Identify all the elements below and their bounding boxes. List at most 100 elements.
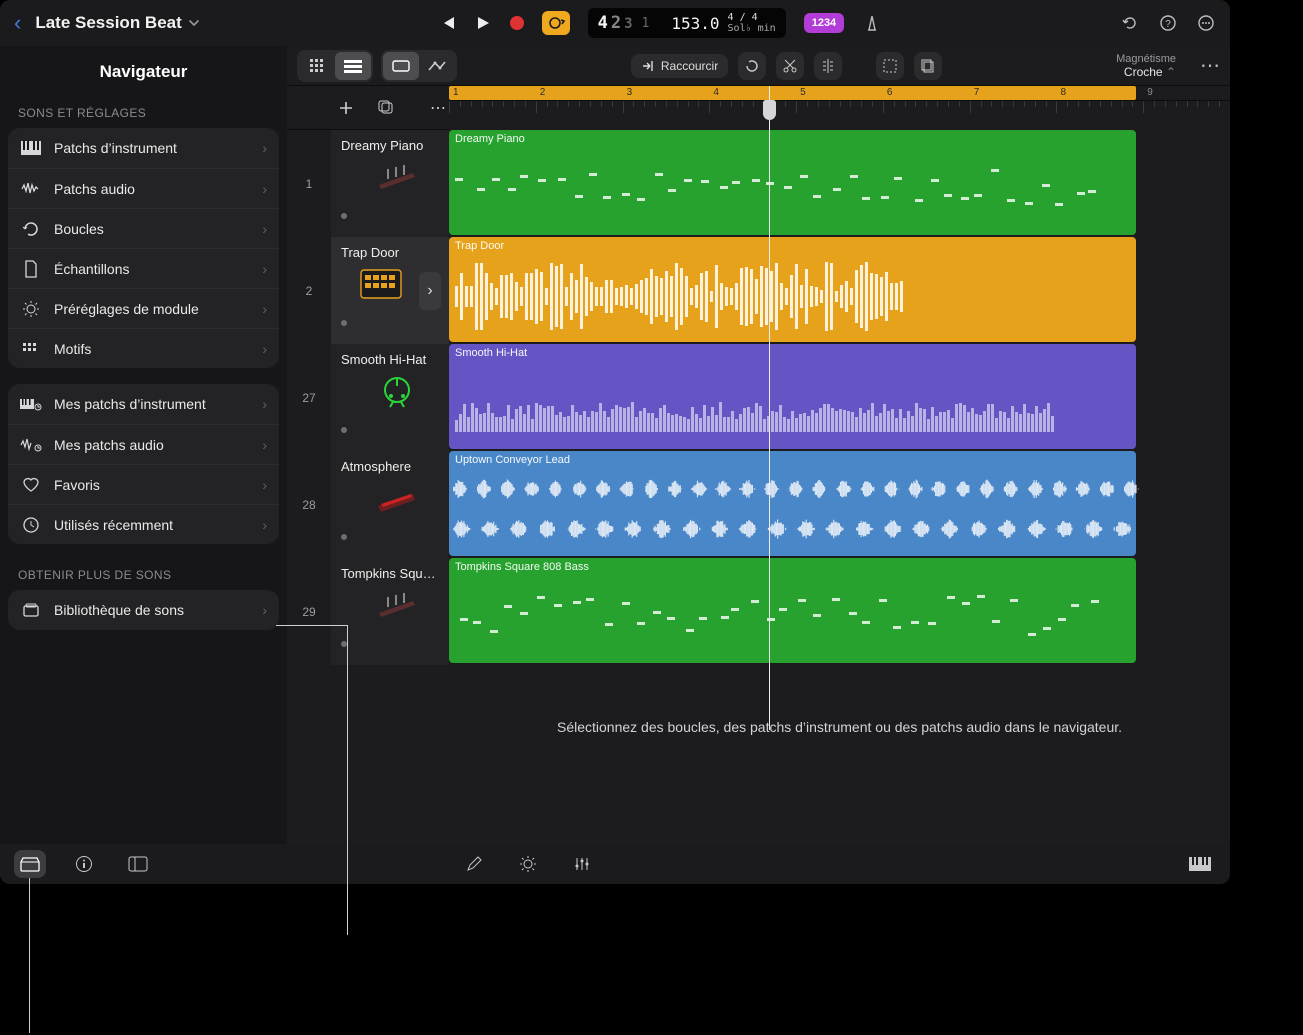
transport-controls: 423 1 153.0 4 / 4 Sol♭ min 1234	[438, 8, 883, 38]
sidebar-item[interactable]: Mes patchs audio ›	[8, 424, 279, 464]
track-name: Tompkins Squ…	[341, 566, 439, 581]
sidebar-item[interactable]: Préréglages de module ›	[8, 288, 279, 328]
track-header[interactable]: 1 Dreamy Piano ›	[287, 130, 449, 237]
metronome-icon[interactable]	[862, 13, 882, 33]
track-header[interactable]: 28 Atmosphere ›	[287, 451, 449, 558]
sidebar-item[interactable]: Mes patchs d’instrument ›	[8, 384, 279, 424]
editor-mixer-button[interactable]	[566, 850, 598, 878]
marquee-tool-button[interactable]	[876, 52, 904, 80]
automation-view-button[interactable]	[419, 52, 455, 80]
track-header-more-icon[interactable]: ⋯	[427, 97, 449, 119]
track-thumb-icon	[375, 481, 419, 515]
region-clip[interactable]: Trap Door	[449, 237, 1136, 342]
top-bar: ‹ Late Session Beat 423 1 153	[0, 0, 1230, 46]
track-lane[interactable]: Uptown Conveyor Lead	[449, 451, 1230, 558]
chevron-right-icon: ›	[262, 261, 267, 277]
clip-name: Dreamy Piano	[455, 133, 1130, 145]
browser-toggle-button[interactable]	[14, 850, 46, 878]
track-name: Trap Door	[341, 245, 439, 260]
lcd-position: 423	[598, 13, 634, 33]
track-lane[interactable]: Tompkins Square 808 Bass	[449, 558, 1230, 665]
track-number: 28	[287, 451, 331, 558]
sidebar-item-label: Boucles	[54, 221, 250, 237]
editor-pencil-button[interactable]	[458, 850, 490, 878]
chevron-right-icon: ›	[262, 140, 267, 156]
sidebar-item[interactable]: Échantillons ›	[8, 248, 279, 288]
more-icon[interactable]	[1196, 13, 1216, 33]
play-button[interactable]	[474, 14, 492, 32]
sidebar-item-icon	[20, 477, 42, 493]
track-status-dot	[341, 213, 347, 219]
keyboard-button[interactable]	[1184, 850, 1216, 878]
rewind-button[interactable]	[438, 14, 456, 32]
chevron-right-icon: ›	[262, 301, 267, 317]
back-button[interactable]: ‹	[14, 10, 21, 36]
chevron-right-icon: ›	[262, 517, 267, 533]
add-track-button[interactable]	[335, 97, 357, 119]
playhead-handle[interactable]	[763, 100, 776, 120]
sidebar-item[interactable]: Favoris ›	[8, 464, 279, 504]
sidebar-item[interactable]: Bibliothèque de sons ›	[8, 590, 279, 630]
view-mixer-button[interactable]	[299, 52, 335, 80]
track-lanes: 123456789 Dreamy Piano Trap Door Smooth …	[449, 86, 1230, 844]
editor-plugin-button[interactable]	[512, 850, 544, 878]
lcd-display[interactable]: 423 1 153.0 4 / 4 Sol♭ min	[588, 8, 786, 38]
sidebar-item-label: Patchs audio	[54, 181, 250, 197]
sidebar-item-label: Favoris	[54, 477, 250, 493]
snap-menu[interactable]: Magnétisme Croche ⌃	[1116, 53, 1182, 79]
chevron-right-icon: ›	[262, 181, 267, 197]
playhead[interactable]	[769, 86, 770, 730]
region-view-button[interactable]	[383, 52, 419, 80]
record-button[interactable]	[510, 16, 524, 30]
undo-icon[interactable]	[1120, 13, 1140, 33]
cycle-button[interactable]	[542, 11, 570, 35]
sidebar-item-label: Mes patchs audio	[54, 437, 250, 453]
sidebar-item-icon	[20, 260, 42, 278]
scissors-tool-button[interactable]	[776, 52, 804, 80]
chevron-right-icon: ›	[262, 477, 267, 493]
lcd-tempo: 153.0	[671, 14, 719, 33]
sidebar-item-icon	[20, 220, 42, 238]
track-number: 29	[287, 558, 331, 665]
track-header[interactable]: 2 Trap Door ›	[287, 237, 449, 344]
inspector-toggle-button[interactable]	[68, 850, 100, 878]
duplicate-track-button[interactable]	[375, 97, 397, 119]
region-clip[interactable]: Uptown Conveyor Lead	[449, 451, 1136, 556]
track-number: 27	[287, 344, 331, 451]
snap-title: Magnétisme	[1116, 53, 1176, 65]
sidebar-item[interactable]: Patchs d’instrument ›	[8, 128, 279, 168]
sidebar-title: Navigateur	[0, 46, 287, 98]
track-enter-button[interactable]: ›	[419, 272, 441, 310]
sidebar-item[interactable]: Patchs audio ›	[8, 168, 279, 208]
region-clip[interactable]: Smooth Hi-Hat	[449, 344, 1136, 449]
track-area: Raccourcir Magnétisme Croche ⌃ ⋯	[287, 46, 1230, 844]
region-clip[interactable]: Tompkins Square 808 Bass	[449, 558, 1136, 663]
count-in-button[interactable]: 1234	[804, 13, 844, 33]
sidebar-item-label: Patchs d’instrument	[54, 140, 250, 156]
toolbar-more-icon[interactable]: ⋯	[1200, 53, 1220, 78]
ruler[interactable]: 123456789	[449, 86, 1230, 130]
copy-tool-button[interactable]	[914, 52, 942, 80]
library-toggle-button[interactable]	[122, 850, 154, 878]
sidebar-item[interactable]: Boucles ›	[8, 208, 279, 248]
region-clip[interactable]: Dreamy Piano	[449, 130, 1136, 235]
loop-tool-button[interactable]	[738, 52, 766, 80]
sidebar-item[interactable]: Motifs ›	[8, 328, 279, 368]
track-header[interactable]: 29 Tompkins Squ… ›	[287, 558, 449, 665]
trim-tool-button[interactable]: Raccourcir	[631, 54, 728, 78]
track-name: Dreamy Piano	[341, 138, 439, 153]
track-header[interactable]: 27 Smooth Hi-Hat ›	[287, 344, 449, 451]
browser-sidebar: Navigateur SONS ET RÉGLAGES Patchs d’ins…	[0, 46, 287, 844]
track-lane[interactable]: Trap Door	[449, 237, 1230, 344]
track-lane[interactable]: Smooth Hi-Hat	[449, 344, 1230, 451]
track-thumb-icon	[375, 160, 419, 194]
trim-label: Raccourcir	[661, 59, 718, 73]
view-tracks-button[interactable]	[335, 52, 371, 80]
track-lane[interactable]: Dreamy Piano	[449, 130, 1230, 237]
sidebar-item-icon	[20, 342, 42, 356]
sidebar-item-label: Utilisés récemment	[54, 517, 250, 533]
split-tool-button[interactable]	[814, 52, 842, 80]
project-title[interactable]: Late Session Beat	[35, 13, 199, 33]
sidebar-item[interactable]: Utilisés récemment ›	[8, 504, 279, 544]
help-icon[interactable]: ?	[1158, 13, 1178, 33]
